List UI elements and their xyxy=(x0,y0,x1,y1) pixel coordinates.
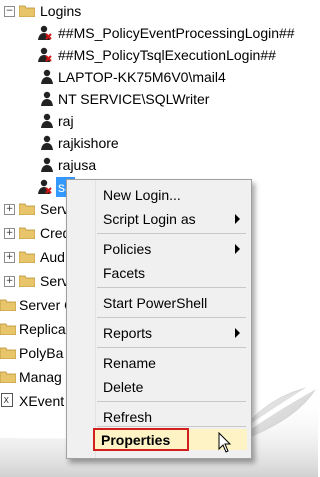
folder-icon xyxy=(0,299,16,311)
disabled-login-icon xyxy=(38,25,52,40)
login-icon xyxy=(41,91,53,106)
expand-icon[interactable]: + xyxy=(4,252,15,263)
folder-icon xyxy=(0,347,16,359)
tree-node-label: Serv xyxy=(40,273,69,289)
tree-node-label: PolyBa xyxy=(19,345,64,361)
expand-icon[interactable]: + xyxy=(4,204,15,215)
tree-node-label: Logins xyxy=(40,3,82,19)
tree-node-label: Manag xyxy=(19,369,62,385)
submenu-arrow-icon xyxy=(235,328,240,338)
tree-node-label: LAPTOP-KK75M6V0\mail4 xyxy=(58,69,226,85)
tree-node-label: ##MS_PolicyEventProcessingLogin## xyxy=(58,25,295,41)
login-icon xyxy=(41,113,53,128)
login-icon xyxy=(41,69,53,84)
folder-icon xyxy=(19,227,35,239)
menu-separator xyxy=(97,426,246,427)
menu-item-policies[interactable]: Policies xyxy=(103,239,151,259)
submenu-arrow-icon xyxy=(235,244,240,254)
tree-node-label: rajusa xyxy=(58,157,97,173)
disabled-login-icon xyxy=(38,179,52,194)
menu-separator xyxy=(97,287,246,288)
svg-text:X: X xyxy=(4,396,10,405)
folder-icon xyxy=(19,203,35,215)
xevent-icon: X xyxy=(1,393,13,407)
folder-icon xyxy=(19,5,35,17)
tree-node-label: rajkishore xyxy=(58,135,119,151)
login-icon xyxy=(41,135,53,150)
tree-node-label: XEvent xyxy=(19,393,65,409)
folder-icon xyxy=(0,323,16,335)
menu-item-facets[interactable]: Facets xyxy=(103,263,145,283)
tree-node-label: ##MS_PolicyTsqlExecutionLogin## xyxy=(58,47,276,63)
expand-icon[interactable]: + xyxy=(4,276,15,287)
menu-item-properties[interactable]: Properties xyxy=(101,430,170,450)
folder-icon xyxy=(0,371,16,383)
expand-icon[interactable]: + xyxy=(4,228,15,239)
folder-icon xyxy=(19,275,35,287)
login-icon xyxy=(41,157,53,172)
folder-icon xyxy=(19,251,35,263)
disabled-login-icon xyxy=(38,47,52,62)
collapse-icon[interactable]: − xyxy=(4,6,15,17)
menu-item-refresh[interactable]: Refresh xyxy=(103,407,152,427)
menu-item-script-login-as[interactable]: Script Login as xyxy=(103,209,196,229)
menu-separator xyxy=(97,233,246,234)
menu-separator xyxy=(97,347,246,348)
menu-item-new-login[interactable]: New Login... xyxy=(103,185,181,205)
menu-item-reports[interactable]: Reports xyxy=(103,323,152,343)
menu-item-delete[interactable]: Delete xyxy=(103,377,143,397)
tree-node-label: NT SERVICE\SQLWriter xyxy=(58,91,210,107)
mouse-cursor-icon xyxy=(218,432,232,453)
menu-gutter xyxy=(67,180,96,458)
tree-node-label: Replica xyxy=(19,321,66,337)
tree-node-label: Serv xyxy=(40,201,69,217)
menu-separator xyxy=(97,317,246,318)
tree-node-label: raj xyxy=(58,113,74,129)
tree-node-label: Aud xyxy=(40,249,65,265)
submenu-arrow-icon xyxy=(235,214,240,224)
menu-separator xyxy=(97,401,246,402)
menu-item-start-powershell[interactable]: Start PowerShell xyxy=(103,293,207,313)
menu-item-rename[interactable]: Rename xyxy=(103,353,156,373)
